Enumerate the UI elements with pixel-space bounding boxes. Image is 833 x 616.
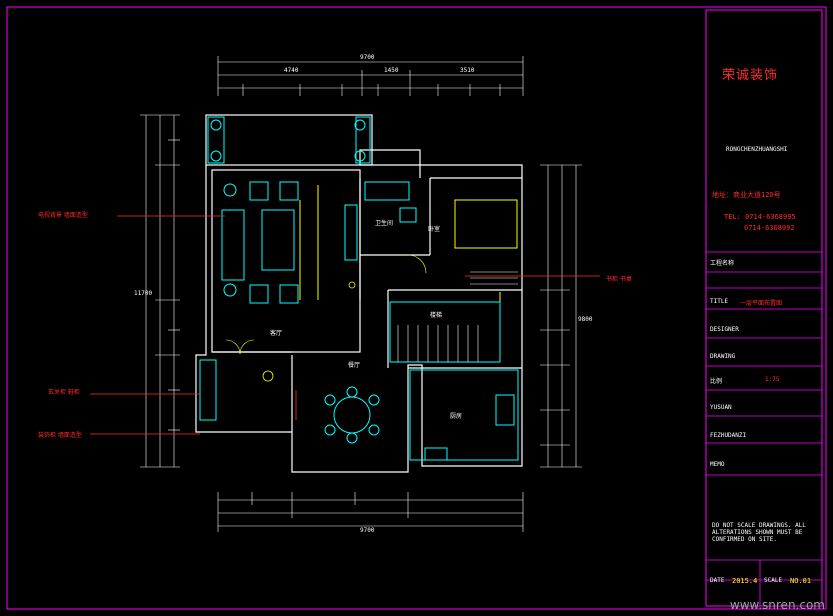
scale-label: 比例: [710, 378, 723, 385]
room-bath: 卫生间: [375, 220, 394, 227]
dim-top-seg-1: 4740: [284, 67, 299, 74]
cad-drawing-sheet: [6, 6, 827, 610]
scale-label-2: SCALE: [764, 577, 783, 584]
annotation-left-3: 装饰柜 墙面造型: [38, 432, 82, 439]
scale-value: 1:75: [765, 376, 780, 383]
title-label: TITLE: [710, 298, 729, 305]
drawing-title-cn: 一层平面布置图: [740, 300, 783, 307]
date-value: 2015.4: [732, 577, 758, 585]
company-tel-2: 0714-6368992: [744, 224, 795, 232]
company-pinyin: RONGCHENZHUANGSHI: [726, 146, 788, 153]
notes-text: DO NOT SCALE DRAWINGS. ALL ALTERATIONS S…: [712, 522, 806, 543]
project-label: 工程名称: [710, 260, 735, 267]
room-kitchen: 厨房: [450, 413, 463, 420]
room-bedroom: 卧室: [428, 226, 441, 233]
dim-bottom-total: 9700: [360, 527, 375, 534]
annotation-left-1: 电视背景 墙面造型: [38, 212, 88, 219]
room-stair: 楼梯: [430, 312, 443, 319]
company-address: 地址：商业大道120号: [712, 191, 781, 199]
company-tel-1: TEL: 0714-6368995: [724, 213, 796, 221]
room-dining: 餐厅: [348, 362, 361, 369]
dim-left-total: 11700: [134, 290, 153, 297]
dim-top-seg-2: 1450: [384, 67, 399, 74]
dim-right-total: 9800: [578, 316, 593, 323]
yusuan-label: YUSUAN: [710, 404, 732, 411]
annotation-right-1: 书柜 书桌: [606, 276, 632, 283]
date-label: DATE: [710, 577, 725, 584]
sheet-number: NO.01: [790, 577, 812, 585]
dim-top-seg-3: 3510: [460, 67, 475, 74]
room-living: 客厅: [270, 330, 283, 337]
annotation-left-2: 玄关柜 鞋柜: [48, 389, 80, 396]
watermark: www.snren.com: [729, 598, 825, 612]
memo-label: MEMO: [710, 461, 725, 468]
dim-top-total: 9700: [360, 54, 375, 61]
fezhu-label: FEZHUDANZI: [710, 432, 747, 439]
drawing-label: DRAWING: [710, 353, 736, 360]
designer-label: DESIGNER: [710, 326, 739, 333]
company-logo: 荣诚装饰: [722, 68, 779, 83]
